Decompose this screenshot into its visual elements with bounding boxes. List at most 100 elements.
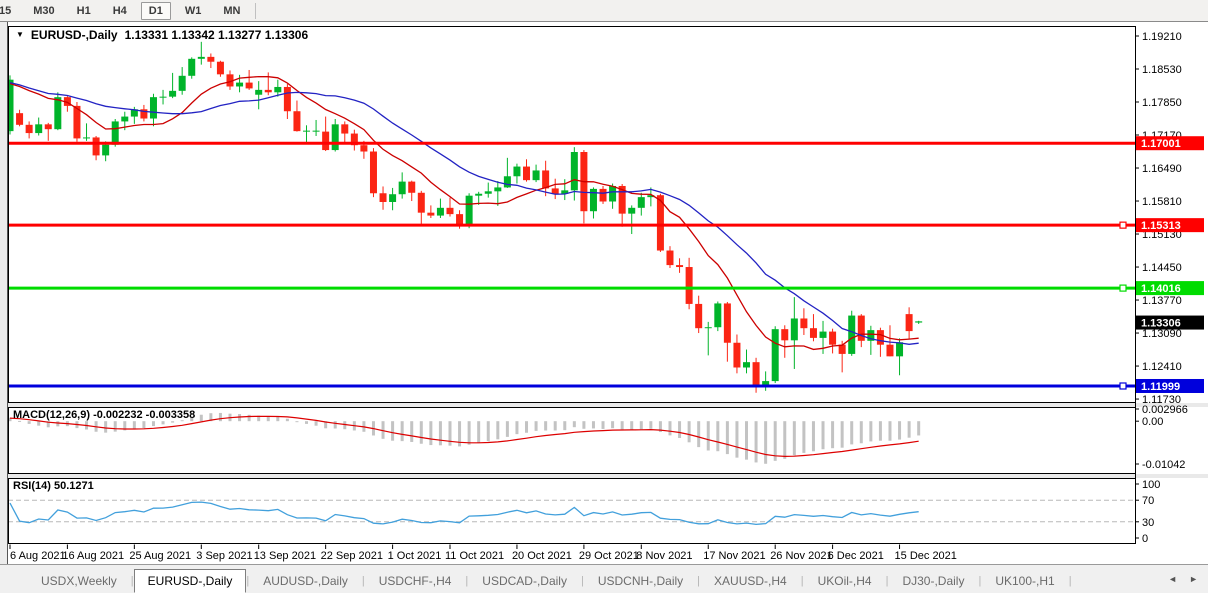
- timeframe-button-h1[interactable]: H1: [69, 2, 99, 20]
- tab-uk100-h1[interactable]: UK100-,H1: [981, 570, 1068, 593]
- macd-histogram-bar: [410, 421, 414, 442]
- date-axis-label: 26 Nov 2021: [770, 550, 832, 562]
- candle-body: [551, 188, 559, 194]
- macd-histogram-bar: [37, 421, 41, 426]
- macd-histogram-bar: [582, 421, 586, 429]
- macd-histogram-bar: [898, 421, 902, 440]
- chart-symbol-period: EURUSD-,Daily: [30, 28, 118, 42]
- macd-histogram-bar: [314, 421, 318, 426]
- macd-histogram-bar: [725, 421, 729, 455]
- macd-histogram-bar: [505, 421, 509, 437]
- macd-histogram-bar: [113, 421, 117, 432]
- tab-audusd-daily[interactable]: AUDUSD-,Daily: [249, 570, 362, 593]
- chart-dropdown-icon[interactable]: ▼: [16, 30, 24, 39]
- macd-histogram-bar: [161, 421, 165, 425]
- date-axis-label: 13 Sep 2021: [254, 550, 316, 562]
- macd-histogram-bar: [18, 420, 22, 422]
- macd-histogram-bar: [878, 421, 882, 441]
- macd-histogram-bar: [869, 421, 873, 442]
- rsi-axis-label: 100: [1142, 479, 1160, 491]
- candle-body: [341, 124, 349, 134]
- candle-body: [303, 130, 311, 132]
- macd-histogram-bar: [151, 421, 155, 427]
- macd-histogram-bar: [218, 412, 222, 422]
- candle-body: [92, 137, 100, 156]
- line-handle[interactable]: [1119, 382, 1127, 390]
- candle-body: [819, 331, 827, 338]
- tab-separator: |: [1068, 574, 1072, 587]
- timeframe-button-d1[interactable]: D1: [140, 1, 171, 20]
- candle-body: [236, 82, 244, 87]
- chart-tab-bar: USDX,Weekly | EURUSD-,Daily | AUDUSD-,Daily |…: [0, 564, 1208, 593]
- candle-body: [714, 303, 722, 328]
- tab-dj30-daily[interactable]: DJ30-,Daily: [888, 570, 978, 593]
- macd-histogram-bar: [649, 421, 653, 429]
- timeframe-button-m30[interactable]: M30: [25, 2, 62, 20]
- macd-histogram-bar: [754, 421, 758, 463]
- candle-body: [829, 331, 837, 345]
- candle-body: [503, 176, 511, 188]
- date-axis-label: 6 Aug 2021: [10, 550, 66, 562]
- candle-body: [771, 329, 779, 382]
- tab-usdx-weekly[interactable]: USDX,Weekly: [27, 570, 131, 593]
- candle-body: [197, 56, 205, 59]
- candle-body: [178, 75, 186, 91]
- macd-histogram-bar: [295, 421, 299, 423]
- tab-usdchf-h4[interactable]: USDCHF-,H4: [365, 570, 466, 593]
- current-price-badge: 1.13306: [1141, 318, 1181, 330]
- macd-histogram-bar: [247, 414, 251, 422]
- candle-body: [809, 328, 817, 338]
- candle-body: [369, 151, 377, 194]
- date-axis-label: 3 Sep 2021: [196, 550, 252, 562]
- tab-usdcad-daily[interactable]: USDCAD-,Daily: [468, 570, 581, 593]
- tab-eurusd-daily[interactable]: EURUSD-,Daily: [133, 569, 247, 593]
- macd-histogram-bar: [773, 421, 777, 461]
- date-axis-label: 6 Dec 2021: [828, 550, 884, 562]
- chart-area[interactable]: 1.192101.185301.178501.171701.164901.158…: [8, 22, 1208, 564]
- macd-axis-label: 0.00: [1142, 416, 1163, 428]
- tab-scroll-left-icon[interactable]: ◄: [1168, 574, 1177, 584]
- tab-xauusd-h4[interactable]: XAUUSD-,H4: [700, 570, 801, 593]
- macd-histogram-bar: [907, 421, 911, 438]
- chart-window-background: [8, 22, 1208, 564]
- timeframe-button-mn[interactable]: MN: [215, 2, 248, 20]
- timeframe-button-15[interactable]: 15: [0, 2, 19, 20]
- candle-body: [513, 166, 521, 177]
- date-axis-label: 15 Dec 2021: [895, 550, 957, 562]
- price-axis-label: 1.12410: [1142, 361, 1182, 373]
- line-handle[interactable]: [1119, 221, 1127, 229]
- tab-usdcnh-daily[interactable]: USDCNH-,Daily: [584, 570, 697, 593]
- toolbar-separator: [255, 2, 257, 19]
- panel-splitter[interactable]: [8, 474, 1208, 478]
- panel-splitter[interactable]: [8, 403, 1208, 407]
- macd-histogram-bar: [477, 421, 481, 443]
- price-axis-label: 1.16490: [1142, 163, 1182, 175]
- tab-ukoil-h4[interactable]: UKOil-,H4: [804, 570, 886, 593]
- line-handle[interactable]: [1119, 284, 1127, 292]
- macd-histogram-bar: [792, 421, 796, 456]
- date-axis-label: 29 Oct 2021: [579, 550, 639, 562]
- candle-body: [857, 315, 865, 341]
- macd-histogram-bar: [438, 421, 442, 446]
- date-axis-label: 8 Nov 2021: [636, 550, 692, 562]
- macd-histogram-bar: [591, 421, 595, 429]
- candle-body: [848, 315, 856, 354]
- candle-body: [25, 124, 33, 134]
- candle-body: [695, 303, 703, 329]
- candle-body: [905, 314, 913, 332]
- candle-body: [685, 267, 693, 304]
- macd-histogram-bar: [716, 421, 720, 452]
- candle-body: [723, 303, 731, 343]
- tab-scroll-right-icon[interactable]: ►: [1189, 574, 1198, 584]
- candle-body: [446, 207, 454, 215]
- macd-histogram-bar: [266, 416, 270, 422]
- price-axis-label: 1.14450: [1142, 262, 1182, 274]
- price-axis-label: 1.15810: [1142, 196, 1182, 208]
- timeframe-button-w1[interactable]: W1: [177, 2, 210, 20]
- macd-histogram-bar: [515, 421, 519, 435]
- price-axis-label: 1.18530: [1142, 64, 1182, 76]
- timeframe-button-h4[interactable]: H4: [105, 2, 135, 20]
- window-border: [0, 22, 8, 564]
- candle-body: [475, 193, 483, 196]
- macd-histogram-bar: [496, 421, 500, 440]
